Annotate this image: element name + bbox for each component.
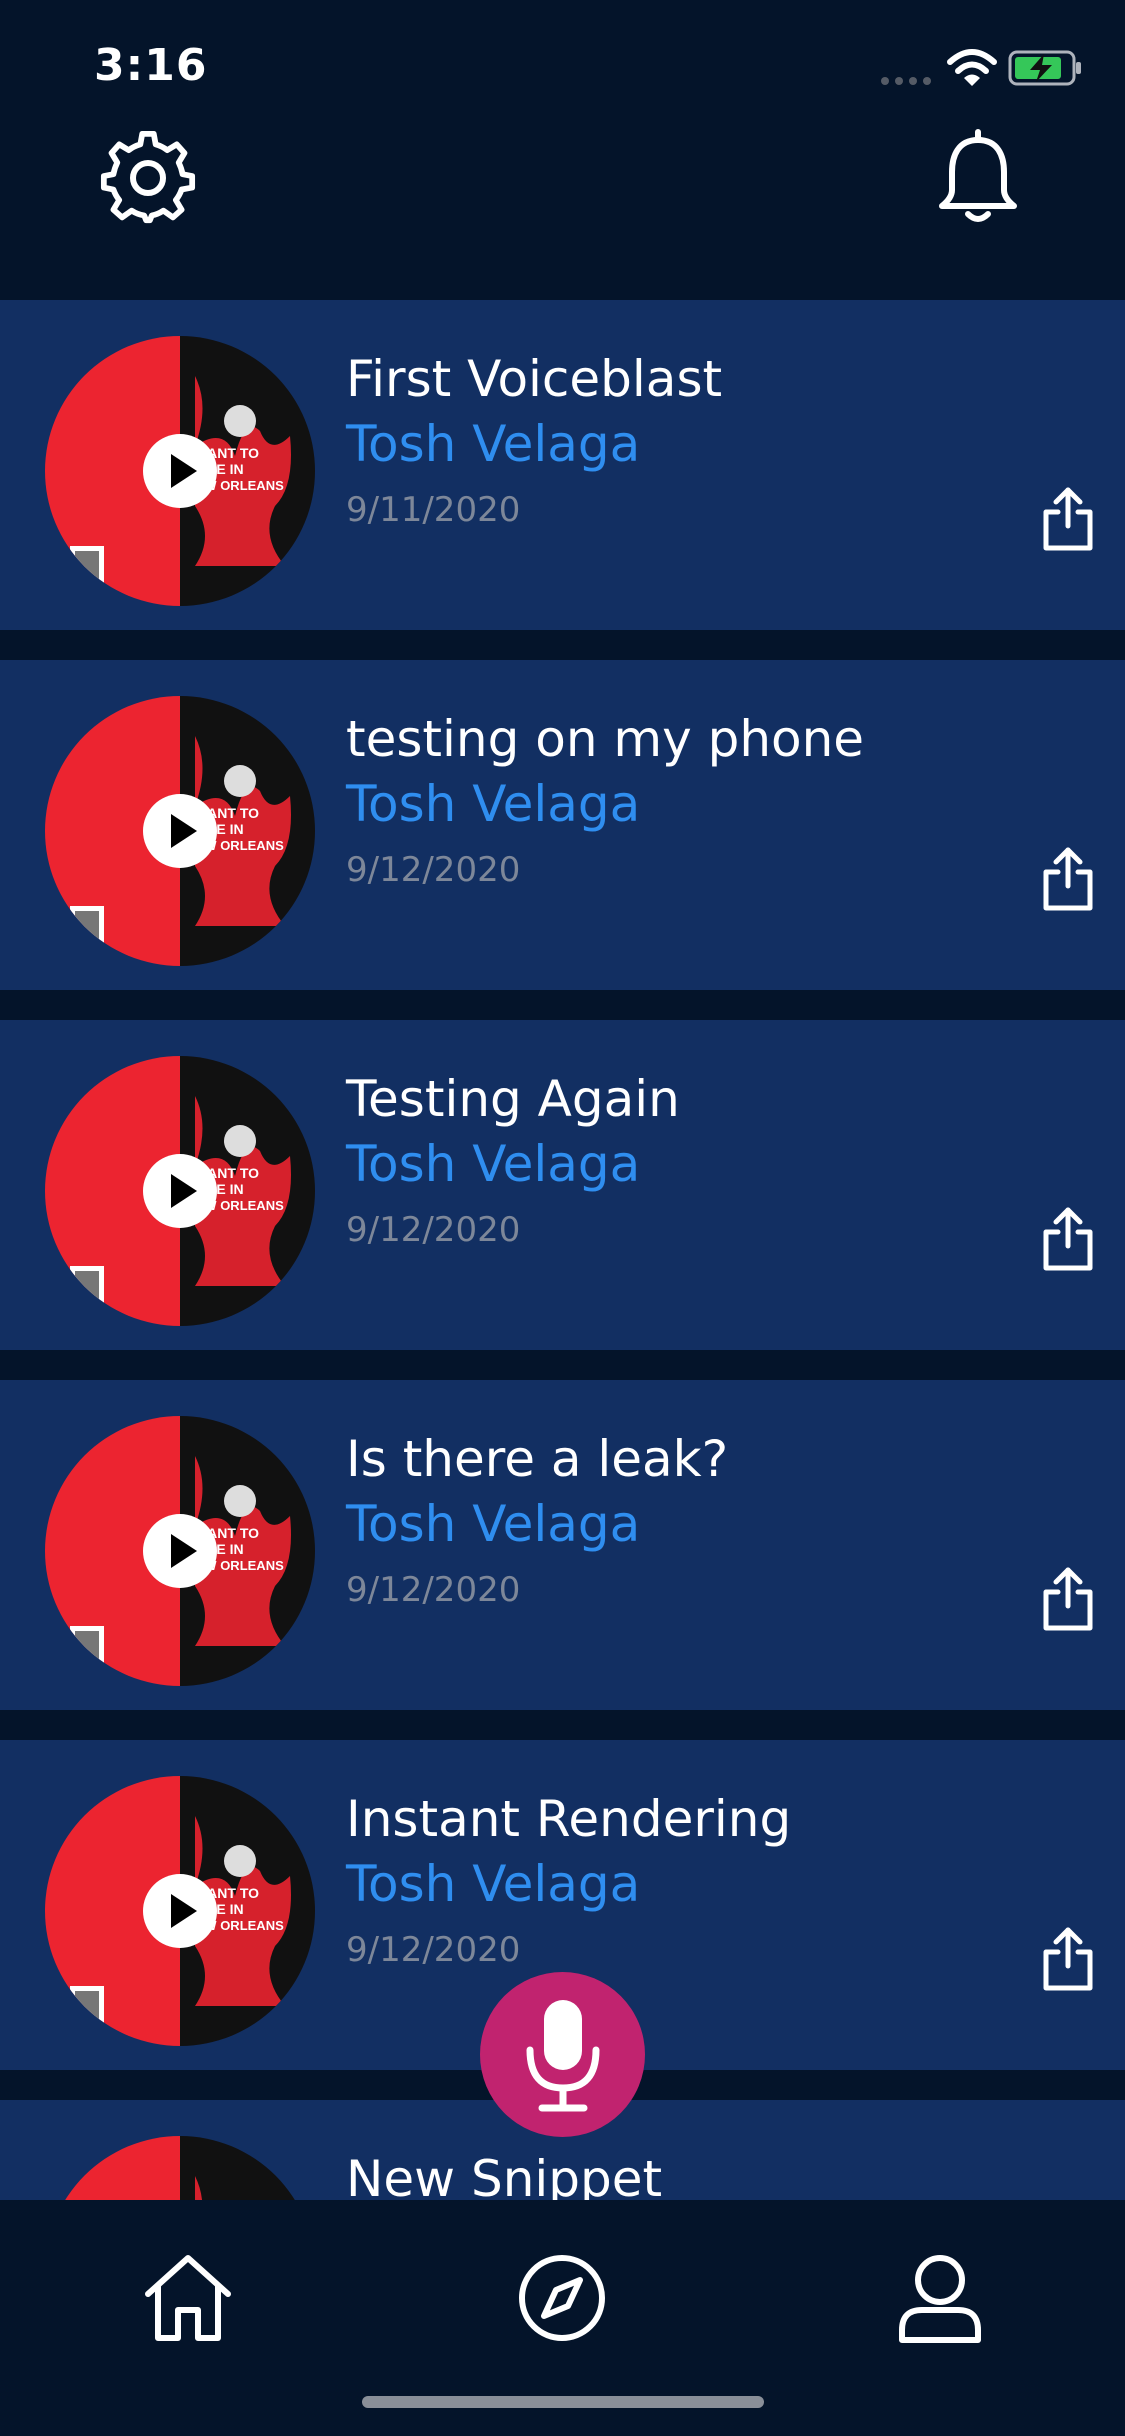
share-icon[interactable] xyxy=(1040,1566,1096,1632)
bell-icon[interactable] xyxy=(928,128,1028,228)
voiceblast-title: Is there a leak? xyxy=(346,1430,729,1488)
play-icon[interactable] xyxy=(143,1154,217,1228)
record-button[interactable] xyxy=(480,1972,645,2137)
post-date: 9/11/2020 xyxy=(346,490,521,530)
post-date: 9/12/2020 xyxy=(346,1570,521,1610)
share-icon[interactable] xyxy=(1040,846,1096,912)
home-icon[interactable] xyxy=(140,2250,236,2346)
status-time: 3:16 xyxy=(94,40,208,91)
voiceblast-title: Testing Again xyxy=(346,1070,680,1128)
gear-icon[interactable] xyxy=(100,130,196,226)
voiceblast-card[interactable]: I WANT TO DIE IN NEW ORLEANS Testing Aga… xyxy=(0,1020,1125,1350)
voiceblast-card[interactable]: I WANT TO DIE IN NEW ORLEANS First Voice… xyxy=(0,300,1125,630)
home-indicator xyxy=(362,2396,764,2408)
play-icon[interactable] xyxy=(143,434,217,508)
post-date: 9/12/2020 xyxy=(346,850,521,890)
author-name[interactable]: Tosh Velaga xyxy=(346,775,640,833)
share-icon[interactable] xyxy=(1040,1926,1096,1992)
share-icon[interactable] xyxy=(1040,1206,1096,1272)
play-icon[interactable] xyxy=(143,1514,217,1588)
voiceblast-title: Instant Rendering xyxy=(346,1790,792,1848)
status-bar: 3:16 xyxy=(0,0,1125,130)
post-date: 9/12/2020 xyxy=(346,1210,521,1250)
post-date: 9/12/2020 xyxy=(346,1930,521,1970)
voiceblast-card[interactable]: I WANT TO DIE IN NEW ORLEANS Is there a … xyxy=(0,1380,1125,1710)
voiceblast-title: New Snippet xyxy=(346,2150,663,2200)
battery-icon xyxy=(1008,50,1081,86)
wifi-icon xyxy=(947,49,997,86)
voiceblast-title: First Voiceblast xyxy=(346,350,723,408)
voiceblast-feed[interactable]: I WANT TO DIE IN NEW ORLEANS First Voice… xyxy=(0,300,1125,2200)
author-name[interactable]: Tosh Velaga xyxy=(346,415,640,473)
author-name[interactable]: Tosh Velaga xyxy=(346,1495,640,1553)
share-icon[interactable] xyxy=(1040,486,1096,552)
cellular-signal-icon xyxy=(881,77,931,85)
microphone-icon xyxy=(526,2000,600,2112)
compass-icon[interactable] xyxy=(514,2250,610,2346)
author-name[interactable]: Tosh Velaga xyxy=(346,1135,640,1193)
play-icon[interactable] xyxy=(143,1874,217,1948)
profile-icon[interactable] xyxy=(892,2250,988,2346)
play-icon[interactable] xyxy=(143,794,217,868)
voiceblast-card[interactable]: I WANT TO DIE IN NEW ORLEANS testing on … xyxy=(0,660,1125,990)
author-name[interactable]: Tosh Velaga xyxy=(346,1855,640,1913)
voiceblast-title: testing on my phone xyxy=(346,710,865,768)
cover-art: I WANT TO DIE IN NEW ORLEANS xyxy=(45,2136,315,2200)
